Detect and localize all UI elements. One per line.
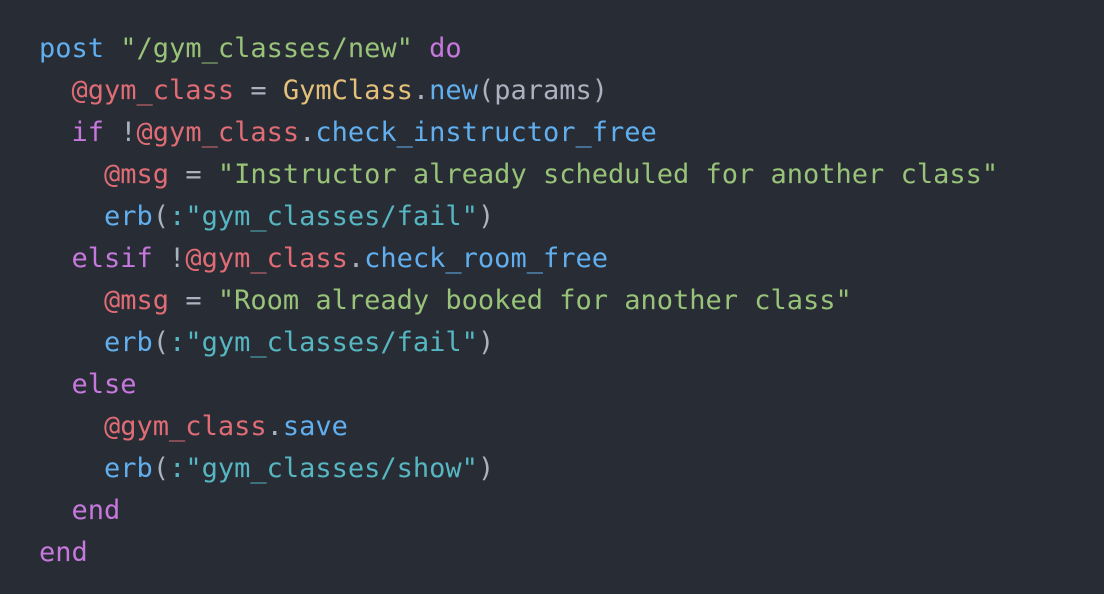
keyword-token: end: [39, 537, 88, 568]
punctuation-token: ): [477, 453, 495, 484]
keyword-token: elsif: [71, 243, 153, 274]
punctuation-token: (: [152, 453, 170, 484]
method-token: erb: [104, 453, 153, 484]
punctuation-token: =: [169, 285, 218, 316]
keyword-token: end: [71, 495, 121, 526]
code-block[interactable]: post "/gym_classes/new" do @gym_class = …: [39, 28, 1104, 574]
punctuation-token: ): [477, 201, 495, 232]
keyword-token: if: [71, 117, 105, 148]
code-line[interactable]: end: [39, 532, 1104, 574]
method-token: check_room_free: [364, 243, 608, 274]
method-token: erb: [104, 327, 153, 358]
symbol-literal-token: :"gym_classes/fail": [169, 327, 478, 358]
punctuation-token: !: [104, 117, 137, 148]
instance-variable-token: @gym_class: [104, 411, 267, 442]
code-line[interactable]: end: [39, 490, 1104, 532]
method-token: check_instructor_free: [315, 117, 657, 148]
method-token: post: [39, 33, 105, 64]
instance-variable-token: @gym_class: [136, 117, 300, 148]
punctuation-token: =: [234, 75, 283, 106]
punctuation-token: (: [152, 327, 170, 358]
punctuation-token: .: [347, 243, 365, 274]
instance-variable-token: @msg: [104, 285, 170, 316]
string-literal-token: "/gym_classes/new": [120, 33, 413, 64]
class-name-token: GymClass: [282, 75, 413, 106]
code-line[interactable]: post "/gym_classes/new" do: [39, 28, 1104, 70]
punctuation-token: .: [266, 411, 283, 442]
punctuation-token: (: [152, 201, 170, 232]
code-line[interactable]: erb(:"gym_classes/fail"): [39, 196, 1104, 238]
code-line[interactable]: @msg = "Instructor already scheduled for…: [39, 154, 1104, 196]
code-line[interactable]: else: [39, 364, 1104, 406]
instance-variable-token: @gym_class: [185, 243, 348, 274]
instance-variable-token: @gym_class: [71, 75, 235, 106]
code-line[interactable]: erb(:"gym_classes/fail"): [39, 322, 1104, 364]
code-line[interactable]: elsif !@gym_class.check_room_free: [39, 238, 1104, 280]
symbol-literal-token: :"gym_classes/show": [169, 453, 478, 484]
method-token: erb: [104, 201, 153, 232]
punctuation-token: (params): [477, 75, 608, 106]
symbol-literal-token: :"gym_classes/fail": [169, 201, 478, 232]
code-editor[interactable]: post "/gym_classes/new" do @gym_class = …: [0, 0, 1104, 594]
method-token: save: [282, 411, 348, 442]
string-literal-token: "Instructor already scheduled for anothe…: [217, 159, 999, 190]
punctuation-token: .: [299, 117, 316, 148]
code-line[interactable]: if !@gym_class.check_instructor_free: [39, 112, 1104, 154]
instance-variable-token: @msg: [104, 159, 170, 190]
punctuation-token: =: [169, 159, 218, 190]
code-line[interactable]: @gym_class.save: [39, 406, 1104, 448]
punctuation-token: ): [477, 327, 495, 358]
code-line[interactable]: erb(:"gym_classes/show"): [39, 448, 1104, 490]
punctuation-token: .: [412, 75, 430, 106]
keyword-token: else: [71, 369, 137, 400]
punctuation-token: !: [152, 243, 186, 274]
keyword-token: do: [429, 33, 462, 64]
code-line[interactable]: @msg = "Room already booked for another …: [39, 280, 1104, 322]
method-token: new: [429, 75, 478, 106]
string-literal-token: "Room already booked for another class": [217, 285, 852, 316]
code-line[interactable]: @gym_class = GymClass.new(params): [39, 70, 1104, 112]
